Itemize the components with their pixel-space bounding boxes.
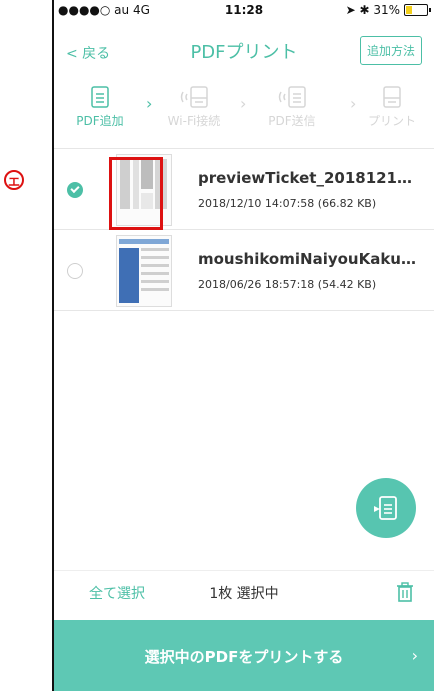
wifi-document-icon [278, 86, 306, 108]
step-indicator: PDF追加 › Wi-Fi接続 › PDF送信 › プリント [54, 76, 434, 148]
printer-icon [383, 86, 401, 108]
how-to-add-button[interactable]: 追加方法 [359, 36, 422, 65]
print-selected-button[interactable]: 選択中のPDFをプリントする › [54, 620, 434, 691]
step-label: PDF追加 [76, 114, 124, 128]
selection-count: 1枚 選択中 [209, 586, 279, 602]
file-meta: 2018/06/26 18:57:18 (54.42 KB) [198, 278, 377, 291]
step-label: プリント [367, 114, 416, 128]
status-bar: ●●●●○ au 4G 11:28 ➤ ✱ 31% [54, 0, 434, 20]
chevron-right-icon: › [411, 646, 418, 665]
print-button-label: 選択中のPDFをプリントする [144, 648, 344, 666]
phone-screen: ●●●●○ au 4G 11:28 ➤ ✱ 31% < 戻る PDFプリント 追… [52, 0, 434, 691]
step-label: Wi-Fi接続 [167, 114, 221, 128]
battery-icon [404, 4, 431, 16]
trash-icon[interactable] [394, 581, 416, 603]
chevron-right-icon: › [240, 94, 247, 113]
step-print: プリント [352, 86, 432, 129]
status-indicators: ➤ ✱ 31% [345, 3, 400, 17]
pdf-thumbnail [116, 235, 172, 307]
nav-bar: < 戻る PDFプリント 追加方法 [54, 20, 434, 74]
step-wifi: Wi-Fi接続 [154, 86, 234, 129]
bottom-toolbar: 全て選択 1枚 選択中 [54, 570, 434, 617]
wifi-printer-icon [180, 86, 208, 108]
checkbox-unchecked-icon[interactable] [67, 263, 83, 279]
annotation-marker: エ [4, 170, 24, 190]
file-meta: 2018/12/10 14:07:58 (66.82 KB) [198, 197, 377, 210]
status-right: ➤ ✱ 31% [345, 3, 431, 17]
step-label: PDF送信 [268, 114, 316, 128]
file-name: moushikomiNaiyouKaku… [198, 250, 416, 268]
step-pdf-add: PDF追加 [60, 86, 140, 129]
selection-highlight [109, 157, 163, 230]
checkbox-checked-icon[interactable] [67, 182, 83, 198]
step-pdf-send: PDF送信 [252, 86, 332, 129]
document-icon [91, 86, 109, 108]
file-row[interactable]: moushikomiNaiyouKaku… 2018/06/26 18:57:1… [54, 230, 434, 311]
file-name: previewTicket_2018121… [198, 169, 412, 187]
chevron-right-icon: › [146, 94, 153, 113]
add-pdf-button[interactable] [356, 478, 416, 538]
add-pdf-icon [374, 496, 397, 520]
